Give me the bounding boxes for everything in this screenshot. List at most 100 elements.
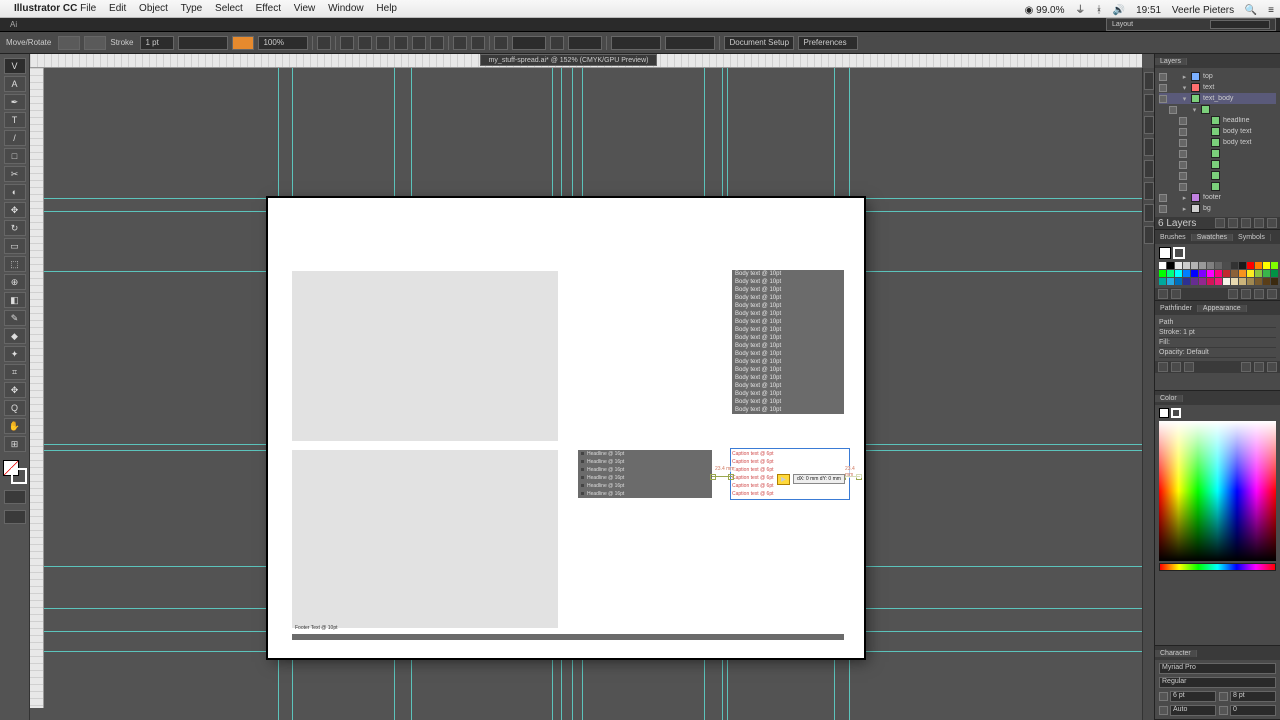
swatch[interactable] bbox=[1167, 270, 1174, 277]
document-tab[interactable]: my_stuff-spread.ai* @ 152% (CMYK/GPU Pre… bbox=[480, 54, 658, 66]
doc-setup-button[interactable]: Document Setup bbox=[724, 36, 794, 50]
disclosure-icon[interactable]: ▸ bbox=[1181, 73, 1188, 81]
swatch[interactable] bbox=[1231, 270, 1238, 277]
visibility-toggle-icon[interactable] bbox=[1159, 73, 1167, 81]
new-swatch-icon[interactable] bbox=[1254, 289, 1264, 299]
swatch[interactable] bbox=[1271, 262, 1278, 269]
layer-row[interactable]: ▾ text bbox=[1159, 82, 1276, 93]
variable-width-profile[interactable] bbox=[232, 36, 254, 50]
swatch[interactable] bbox=[1223, 278, 1230, 285]
swatch[interactable] bbox=[1223, 270, 1230, 277]
distribute-h-icon[interactable] bbox=[453, 36, 467, 50]
swatch[interactable] bbox=[1191, 270, 1198, 277]
align-right-icon[interactable] bbox=[376, 36, 390, 50]
lock-toggle-icon[interactable] bbox=[1170, 84, 1178, 92]
image-placeholder[interactable] bbox=[292, 271, 558, 441]
visibility-toggle-icon[interactable] bbox=[1169, 106, 1177, 114]
lock-toggle-icon[interactable] bbox=[1190, 117, 1198, 125]
fill-stroke-control[interactable] bbox=[3, 460, 27, 484]
visibility-toggle-icon[interactable] bbox=[1179, 128, 1187, 136]
swatch[interactable] bbox=[1183, 270, 1190, 277]
duplicate-item-icon[interactable] bbox=[1254, 362, 1264, 372]
image-placeholder[interactable] bbox=[292, 450, 558, 628]
delete-layer-icon[interactable] bbox=[1267, 218, 1277, 228]
disclosure-icon[interactable]: ▸ bbox=[1181, 194, 1188, 202]
swatch[interactable] bbox=[1191, 262, 1198, 269]
swatch[interactable] bbox=[1239, 262, 1246, 269]
swatch[interactable] bbox=[1175, 262, 1182, 269]
swatches-tab[interactable]: Swatches bbox=[1192, 234, 1233, 241]
eyedropper-tool[interactable]: ◆ bbox=[4, 328, 26, 344]
headline-block[interactable]: Headline @ 16ptHeadline @ 16ptHeadline @… bbox=[578, 450, 712, 498]
delete-swatch-icon[interactable] bbox=[1267, 289, 1277, 299]
stroke-indicator[interactable] bbox=[11, 468, 27, 484]
menu-view[interactable]: View bbox=[294, 3, 316, 14]
lock-toggle-icon[interactable] bbox=[1190, 139, 1198, 147]
collapsed-panel-icon[interactable] bbox=[1144, 94, 1154, 112]
h-field[interactable] bbox=[665, 36, 715, 50]
layer-name[interactable]: top bbox=[1203, 73, 1276, 80]
transform-x-icon[interactable] bbox=[494, 36, 508, 50]
opacity-field[interactable]: 100% bbox=[258, 36, 308, 50]
fill-preview[interactable] bbox=[1159, 247, 1171, 259]
transform-y-icon[interactable] bbox=[550, 36, 564, 50]
footer-block[interactable]: Footer Text @ 10pt bbox=[292, 634, 844, 640]
add-effect-icon[interactable] bbox=[1184, 362, 1194, 372]
shape-builder-tool[interactable]: ⬚ bbox=[4, 256, 26, 272]
swatch[interactable] bbox=[1199, 270, 1206, 277]
swatch[interactable] bbox=[1231, 262, 1238, 269]
appearance-row[interactable]: Path bbox=[1159, 318, 1276, 328]
align-left-icon[interactable] bbox=[340, 36, 354, 50]
swatch[interactable] bbox=[1215, 270, 1222, 277]
swatch[interactable] bbox=[1271, 270, 1278, 277]
new-layer-icon[interactable] bbox=[1254, 218, 1264, 228]
symbols-tab[interactable]: Symbols bbox=[1233, 234, 1271, 241]
lock-toggle-icon[interactable] bbox=[1170, 194, 1178, 202]
ruler-vertical[interactable] bbox=[30, 68, 44, 708]
swatch[interactable] bbox=[1167, 278, 1174, 285]
swatch[interactable] bbox=[1167, 262, 1174, 269]
width-tool[interactable]: ↻ bbox=[4, 220, 26, 236]
font-size-field[interactable]: 6 pt bbox=[1170, 691, 1216, 702]
swatch[interactable] bbox=[1239, 270, 1246, 277]
lock-toggle-icon[interactable] bbox=[1190, 128, 1198, 136]
collapsed-panel-icon[interactable] bbox=[1144, 138, 1154, 156]
blend-tool[interactable]: ✦ bbox=[4, 346, 26, 362]
menu-help[interactable]: Help bbox=[376, 3, 397, 14]
swatch[interactable] bbox=[1231, 278, 1238, 285]
swatch[interactable] bbox=[1207, 278, 1214, 285]
layer-row[interactable]: body text bbox=[1159, 137, 1276, 148]
locate-object-icon[interactable] bbox=[1215, 218, 1225, 228]
body-text-block[interactable]: Body text @ 10ptBody text @ 10ptBody tex… bbox=[732, 270, 844, 414]
make-clipping-mask-icon[interactable] bbox=[1228, 218, 1238, 228]
layer-name[interactable]: bg bbox=[1203, 205, 1276, 212]
brushes-tab[interactable]: Brushes bbox=[1155, 234, 1192, 241]
visibility-toggle-icon[interactable] bbox=[1179, 172, 1187, 180]
add-stroke-icon[interactable] bbox=[1158, 362, 1168, 372]
hue-strip[interactable] bbox=[1159, 563, 1276, 571]
align-bottom-icon[interactable] bbox=[430, 36, 444, 50]
gradient-tool[interactable]: ✎ bbox=[4, 310, 26, 326]
visibility-toggle-icon[interactable] bbox=[1179, 183, 1187, 191]
pen-tool[interactable]: ✒ bbox=[4, 94, 26, 110]
disclosure-icon[interactable]: ▸ bbox=[1181, 205, 1188, 213]
layer-row[interactable] bbox=[1159, 170, 1276, 181]
disclosure-icon[interactable]: ▾ bbox=[1191, 106, 1198, 114]
hand-tool[interactable]: ✋ bbox=[4, 418, 26, 434]
appearance-row[interactable]: Stroke: 1 pt bbox=[1159, 328, 1276, 338]
layer-name[interactable]: footer bbox=[1203, 194, 1276, 201]
collapsed-panel-icon[interactable] bbox=[1144, 204, 1154, 222]
collapsed-panel-icon[interactable] bbox=[1144, 116, 1154, 134]
stroke-preview[interactable] bbox=[1173, 247, 1185, 259]
visibility-toggle-icon[interactable] bbox=[1179, 117, 1187, 125]
layer-row[interactable]: ▾ bbox=[1159, 104, 1276, 115]
disclosure-icon[interactable]: ▾ bbox=[1181, 84, 1188, 92]
spotlight-icon[interactable]: 🔍 bbox=[1245, 5, 1257, 16]
swatch[interactable] bbox=[1271, 278, 1278, 285]
delete-item-icon[interactable] bbox=[1267, 362, 1277, 372]
canvas[interactable]: my_stuff-spread.ai* @ 152% (CMYK/GPU Pre… bbox=[30, 54, 1154, 720]
swatch[interactable] bbox=[1263, 278, 1270, 285]
artboard[interactable]: Body text @ 10ptBody text @ 10ptBody tex… bbox=[268, 198, 864, 658]
swatch[interactable] bbox=[1215, 278, 1222, 285]
visibility-toggle-icon[interactable] bbox=[1159, 95, 1167, 103]
